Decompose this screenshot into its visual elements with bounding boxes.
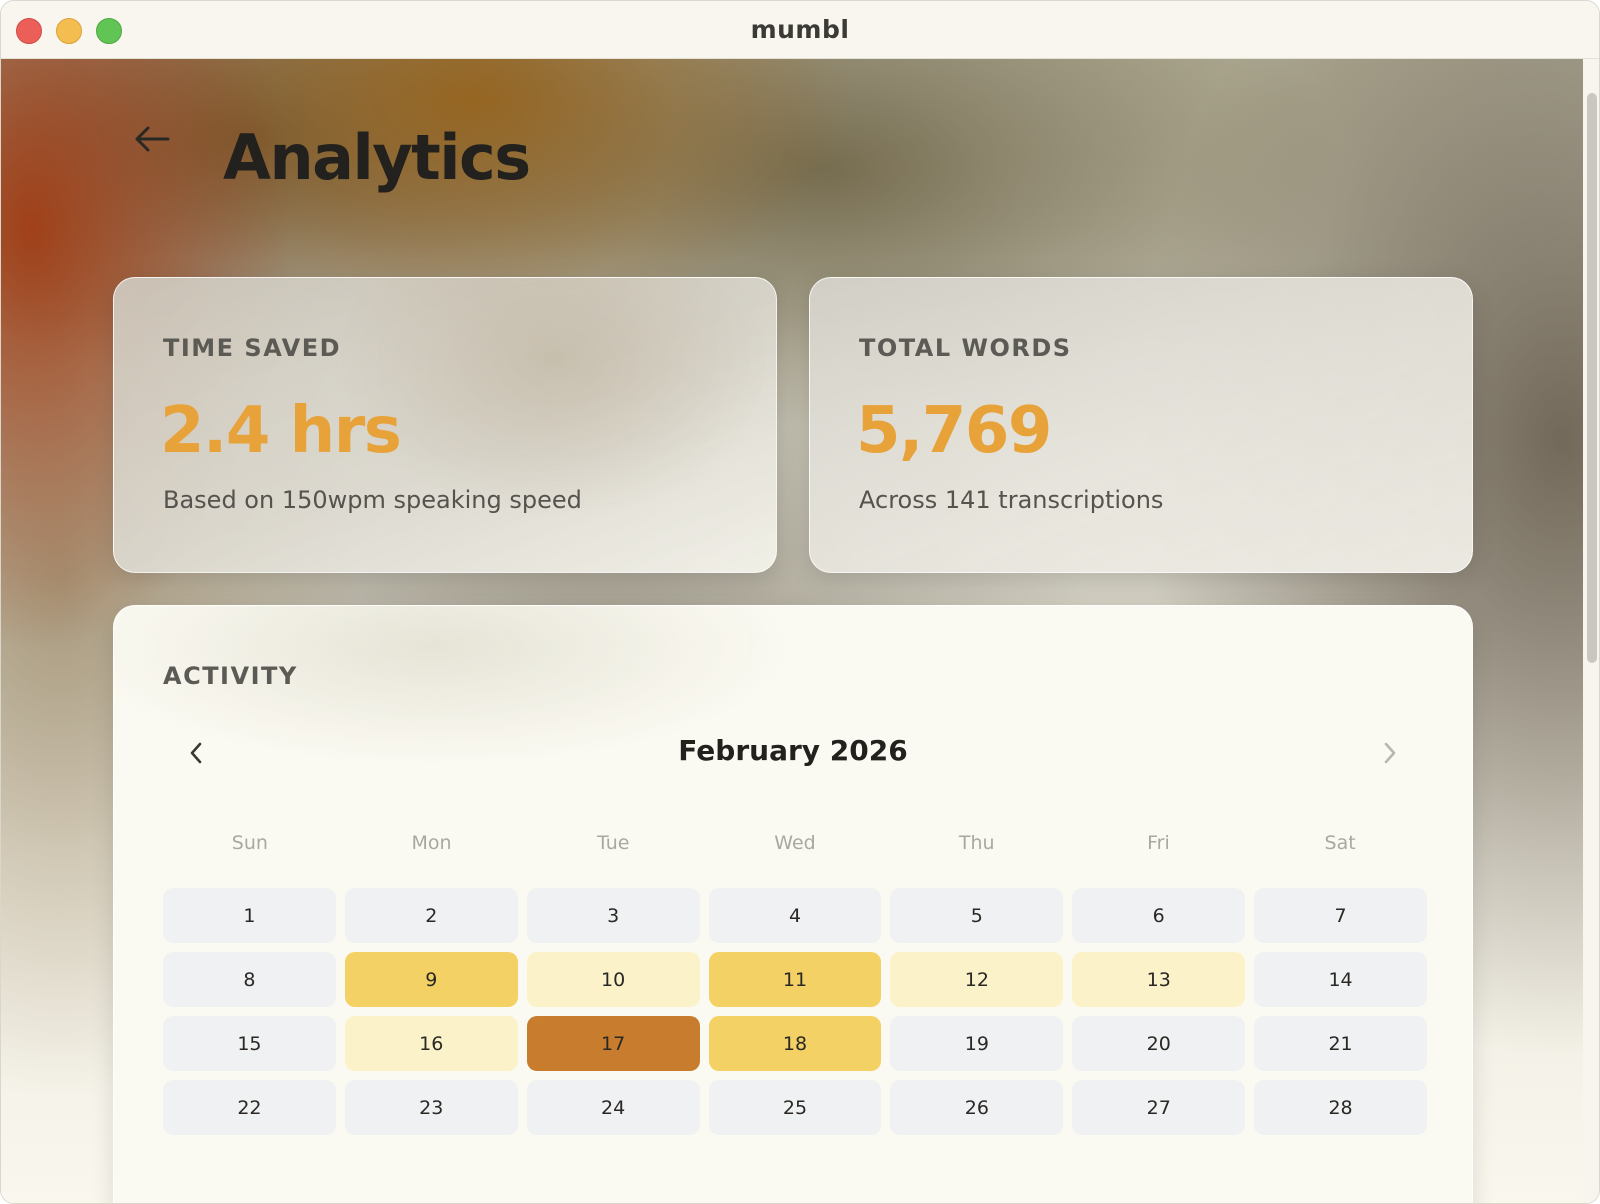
calendar-day-15[interactable]: 15 <box>163 1016 336 1071</box>
time-saved-subtitle: Based on 150wpm speaking speed <box>163 486 582 514</box>
weekday-label: Tue <box>597 832 630 854</box>
total-words-card: TOTAL WORDS 5,769 Across 141 transcripti… <box>809 277 1473 573</box>
calendar-day-11[interactable]: 11 <box>708 952 882 1007</box>
calendar-day-26[interactable]: 26 <box>890 1080 1064 1135</box>
calendar-day-19[interactable]: 19 <box>890 1016 1064 1071</box>
title-bar: mumbl <box>1 1 1599 59</box>
scrollbar-thumb[interactable] <box>1587 93 1597 663</box>
calendar-day-22[interactable]: 22 <box>163 1080 336 1135</box>
window-title: mumbl <box>750 15 850 44</box>
calendar-day-24[interactable]: 24 <box>526 1080 700 1135</box>
chevron-right-icon <box>1384 742 1396 764</box>
calendar-day-5[interactable]: 5 <box>890 888 1064 943</box>
time-saved-value: 2.4 hrs <box>160 394 402 468</box>
analytics-view: Analytics TIME SAVED 2.4 hrs Based on 15… <box>1 59 1583 1203</box>
calendar-day-20[interactable]: 20 <box>1072 1016 1246 1071</box>
time-saved-card: TIME SAVED 2.4 hrs Based on 150wpm speak… <box>113 277 777 573</box>
weekday-label: Wed <box>774 832 816 854</box>
calendar-day-4[interactable]: 4 <box>708 888 882 943</box>
calendar-day-17[interactable]: 17 <box>526 1016 700 1071</box>
calendar-day-7[interactable]: 7 <box>1254 888 1427 943</box>
calendar-day-25[interactable]: 25 <box>708 1080 882 1135</box>
calendar-day-2[interactable]: 2 <box>344 888 518 943</box>
weekday-label: Sun <box>231 832 268 854</box>
back-button[interactable] <box>129 121 175 157</box>
calendar-day-9[interactable]: 9 <box>344 952 518 1007</box>
calendar-day-1[interactable]: 1 <box>163 888 336 943</box>
calendar-day-grid: 1 2 3 4 5 6 7 8 9 10 11 12 13 14 15 16 17 18 19 20 21 22 23 24 2… <box>163 888 1427 1135</box>
calendar-day-28[interactable]: 28 <box>1254 1080 1427 1135</box>
calendar-day-13[interactable]: 13 <box>1072 952 1246 1007</box>
total-words-value: 5,769 <box>856 394 1052 468</box>
weekday-label: Thu <box>958 832 995 854</box>
arrow-left-icon <box>135 126 170 152</box>
calendar-day-14[interactable]: 14 <box>1254 952 1427 1007</box>
weekday-label: Sat <box>1324 832 1356 854</box>
total-words-subtitle: Across 141 transcriptions <box>859 486 1164 514</box>
activity-card: ACTIVITY February 2026 Sun Mon Tue Wed T… <box>113 605 1473 1203</box>
total-words-label: TOTAL WORDS <box>859 334 1072 362</box>
calendar-day-8[interactable]: 8 <box>163 952 336 1007</box>
calendar-day-16[interactable]: 16 <box>344 1016 518 1071</box>
next-month-button[interactable] <box>1360 730 1420 776</box>
app-window: mumbl Analytics TIME SAVED 2.4 hrs Based… <box>0 0 1600 1204</box>
activity-label: ACTIVITY <box>163 662 298 690</box>
calendar-day-10[interactable]: 10 <box>526 952 700 1007</box>
weekday-label: Fri <box>1147 832 1170 854</box>
calendar-day-27[interactable]: 27 <box>1072 1080 1246 1135</box>
calendar-day-6[interactable]: 6 <box>1072 888 1246 943</box>
calendar-day-23[interactable]: 23 <box>344 1080 518 1135</box>
calendar-day-18[interactable]: 18 <box>708 1016 882 1071</box>
weekday-header-row: Sun Mon Tue Wed Thu Fri Sat <box>163 832 1427 862</box>
calendar-day-3[interactable]: 3 <box>526 888 700 943</box>
page-title: Analytics <box>223 121 531 194</box>
weekday-label: Mon <box>411 832 452 854</box>
calendar-day-21[interactable]: 21 <box>1254 1016 1427 1071</box>
calendar-month-title: February 2026 <box>678 734 908 767</box>
time-saved-label: TIME SAVED <box>163 334 342 362</box>
calendar-day-12[interactable]: 12 <box>890 952 1064 1007</box>
